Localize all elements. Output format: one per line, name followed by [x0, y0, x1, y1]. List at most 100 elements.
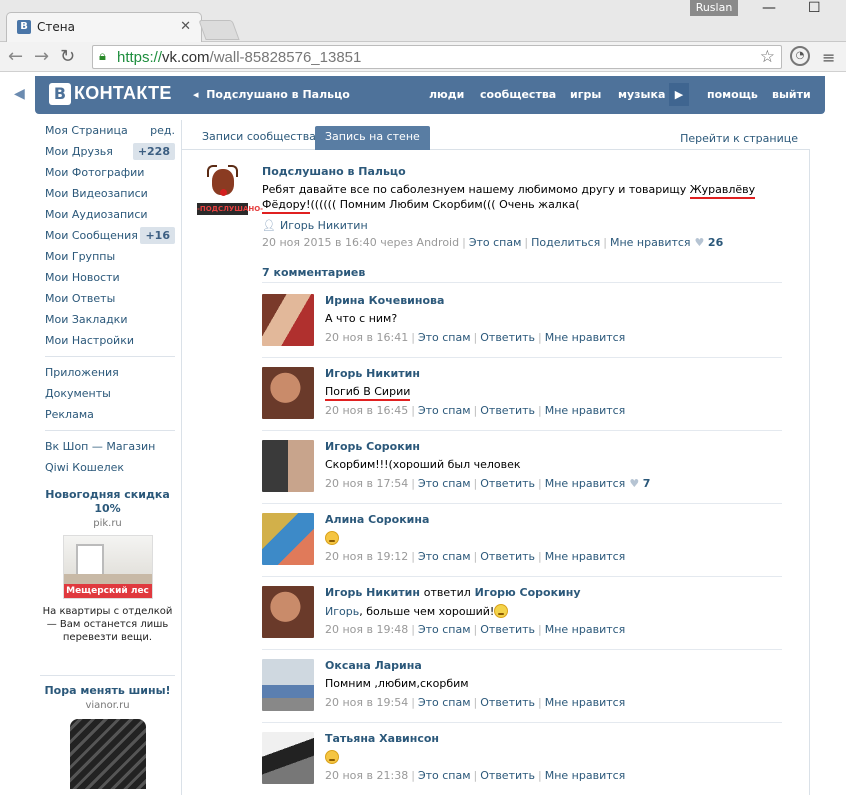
like-link[interactable]: Мне нравится: [545, 623, 626, 636]
reply-link[interactable]: Ответить: [480, 696, 535, 709]
reply-link[interactable]: Ответить: [480, 404, 535, 417]
report-spam-link[interactable]: Это спам: [469, 236, 522, 249]
bookmark-star-icon[interactable]: ☆: [760, 47, 775, 67]
comment-author[interactable]: Игорь Сорокин: [325, 440, 420, 453]
avatar[interactable]: [262, 732, 314, 784]
report-spam-link[interactable]: Это спам: [418, 623, 471, 636]
comment-date[interactable]: 20 ноя в 21:38: [325, 769, 408, 782]
tab-close-icon[interactable]: ✕: [180, 19, 191, 34]
sidebar-item-friends[interactable]: Мои Друзья +228: [45, 141, 175, 162]
sidebar-item-apps[interactable]: Приложения: [45, 362, 175, 383]
comment-author[interactable]: Татьяна Хавинсон: [325, 732, 439, 745]
nav-logout[interactable]: выйти: [772, 88, 811, 101]
sidebar-item-ads[interactable]: Реклама: [45, 404, 175, 425]
sidebar-item-news[interactable]: Мои Новости: [45, 267, 175, 288]
comment-author[interactable]: Ирина Кочевинова: [325, 294, 444, 307]
reply-link[interactable]: Ответить: [480, 550, 535, 563]
sidebar-item-bookmarks[interactable]: Мои Закладки: [45, 309, 175, 330]
report-spam-link[interactable]: Это спам: [418, 477, 471, 490]
report-spam-link[interactable]: Это спам: [418, 769, 471, 782]
avatar[interactable]: [262, 367, 314, 419]
comment-date[interactable]: 20 ноя в 16:41: [325, 331, 408, 344]
reply-link[interactable]: Ответить: [480, 769, 535, 782]
goto-page-link[interactable]: Перейти к странице: [680, 132, 798, 145]
reload-icon[interactable]: ↻: [60, 46, 75, 67]
heart-icon[interactable]: ♥: [695, 236, 705, 249]
post-date[interactable]: 20 ноя 2015 в 16:40 через Android: [262, 236, 459, 249]
report-spam-link[interactable]: Это спам: [418, 331, 471, 344]
address-bar[interactable]: 🔒︎ https://vk.com/wall-85828576_13851 ☆: [92, 45, 782, 69]
avatar[interactable]: [262, 440, 314, 492]
share-link[interactable]: Поделиться: [531, 236, 600, 249]
comments-header[interactable]: 7 комментариев: [262, 266, 365, 279]
comment-date[interactable]: 20 ноя в 19:12: [325, 550, 408, 563]
sidebar-item-my-page[interactable]: Моя Страница ред.: [45, 120, 175, 141]
ad-apartment-image[interactable]: Мещерский лес: [62, 535, 153, 599]
post-signer[interactable]: 👤︎ Игорь Никитин: [262, 219, 368, 232]
comment-date[interactable]: 20 ноя в 19:48: [325, 623, 408, 636]
avatar[interactable]: [262, 659, 314, 711]
sidebar-item-qiwi[interactable]: Qiwi Кошелек: [45, 457, 175, 478]
header-breadcrumb[interactable]: ◂ Подслушано в Пальцо: [193, 88, 350, 101]
ad-tire-image[interactable]: [69, 719, 146, 789]
profile-badge[interactable]: Ruslan: [690, 0, 738, 16]
nav-help[interactable]: помощь: [707, 88, 758, 101]
sidebar-item-shop[interactable]: Вк Шоп — Магазин: [45, 436, 175, 457]
sidebar-item-groups[interactable]: Мои Группы: [45, 246, 175, 267]
post-author[interactable]: Подслушано в Пальцо: [262, 165, 406, 178]
avatar[interactable]: [262, 586, 314, 638]
heart-icon[interactable]: ♥: [629, 477, 639, 490]
community-avatar[interactable]: -ПОДСЛУШАНО-: [195, 165, 263, 220]
reply-link[interactable]: Ответить: [480, 623, 535, 636]
comment-author[interactable]: Игорь Никитин ответил Игорю Сорокину: [325, 586, 581, 599]
extension-icon[interactable]: ◔: [790, 46, 810, 66]
ad-title[interactable]: Пора менять шины!: [40, 684, 175, 698]
sidebar-item-audio[interactable]: Мои Аудиозаписи: [45, 204, 175, 225]
player-play-icon[interactable]: ▶: [669, 83, 689, 106]
forward-icon[interactable]: →: [34, 46, 49, 67]
like-link[interactable]: Мне нравится: [610, 236, 691, 249]
sidebar-item-documents[interactable]: Документы: [45, 383, 175, 404]
comment-date[interactable]: 20 ноя в 17:54: [325, 477, 408, 490]
tab-community-posts[interactable]: Записи сообщества: [192, 126, 326, 150]
avatar[interactable]: [262, 294, 314, 346]
sidebar-item-settings[interactable]: Мои Настройки: [45, 330, 175, 351]
ad-title[interactable]: Новогодняя скидка 10%: [40, 488, 175, 516]
nav-music[interactable]: музыка: [618, 88, 665, 101]
sidebar-item-answers[interactable]: Мои Ответы: [45, 288, 175, 309]
like-link[interactable]: Мне нравится: [545, 404, 626, 417]
vk-back-arrow-icon[interactable]: ◀: [14, 86, 25, 102]
like-link[interactable]: Мне нравится: [545, 550, 626, 563]
sidebar-item-messages[interactable]: Мои Сообщения +16: [45, 225, 175, 246]
like-link[interactable]: Мне нравится: [545, 331, 626, 344]
avatar[interactable]: [262, 513, 314, 565]
comment-date[interactable]: 20 ноя в 19:54: [325, 696, 408, 709]
comment-author[interactable]: Игорь Никитин: [325, 367, 420, 380]
comment-date[interactable]: 20 ноя в 16:45: [325, 404, 408, 417]
maximize-icon[interactable]: ☐: [808, 0, 821, 16]
sidebar-item-videos[interactable]: Мои Видеозаписи: [45, 183, 175, 204]
tab-wall-post[interactable]: Запись на стене: [315, 126, 430, 150]
comment-author[interactable]: Алина Сорокина: [325, 513, 429, 526]
nav-games[interactable]: игры: [570, 88, 601, 101]
minimize-icon[interactable]: —: [762, 0, 776, 16]
reply-link[interactable]: Ответить: [480, 331, 535, 344]
reply-link[interactable]: Ответить: [480, 477, 535, 490]
sidebar-item-photos[interactable]: Мои Фотографии: [45, 162, 175, 183]
nav-communities[interactable]: сообщества: [480, 88, 556, 101]
like-link[interactable]: Мне нравится: [545, 696, 626, 709]
report-spam-link[interactable]: Это спам: [418, 550, 471, 563]
report-spam-link[interactable]: Это спам: [418, 696, 471, 709]
ad-block-pik[interactable]: Новогодняя скидка 10% pik.ru Мещерский л…: [40, 488, 175, 644]
nav-people[interactable]: люди: [429, 88, 464, 101]
browser-tab[interactable]: B Стена ✕: [6, 12, 202, 42]
back-icon[interactable]: ←: [8, 46, 23, 67]
like-link[interactable]: Мне нравится: [545, 769, 626, 782]
report-spam-link[interactable]: Это спам: [418, 404, 471, 417]
comment-author[interactable]: Оксана Ларина: [325, 659, 422, 672]
ad-block-vianor[interactable]: Пора менять шины! vianor.ru: [40, 684, 175, 789]
like-link[interactable]: Мне нравится: [545, 477, 626, 490]
new-tab-button[interactable]: [198, 20, 240, 40]
edit-link[interactable]: ред.: [150, 120, 175, 141]
reply-mention[interactable]: Игорь: [325, 605, 359, 618]
